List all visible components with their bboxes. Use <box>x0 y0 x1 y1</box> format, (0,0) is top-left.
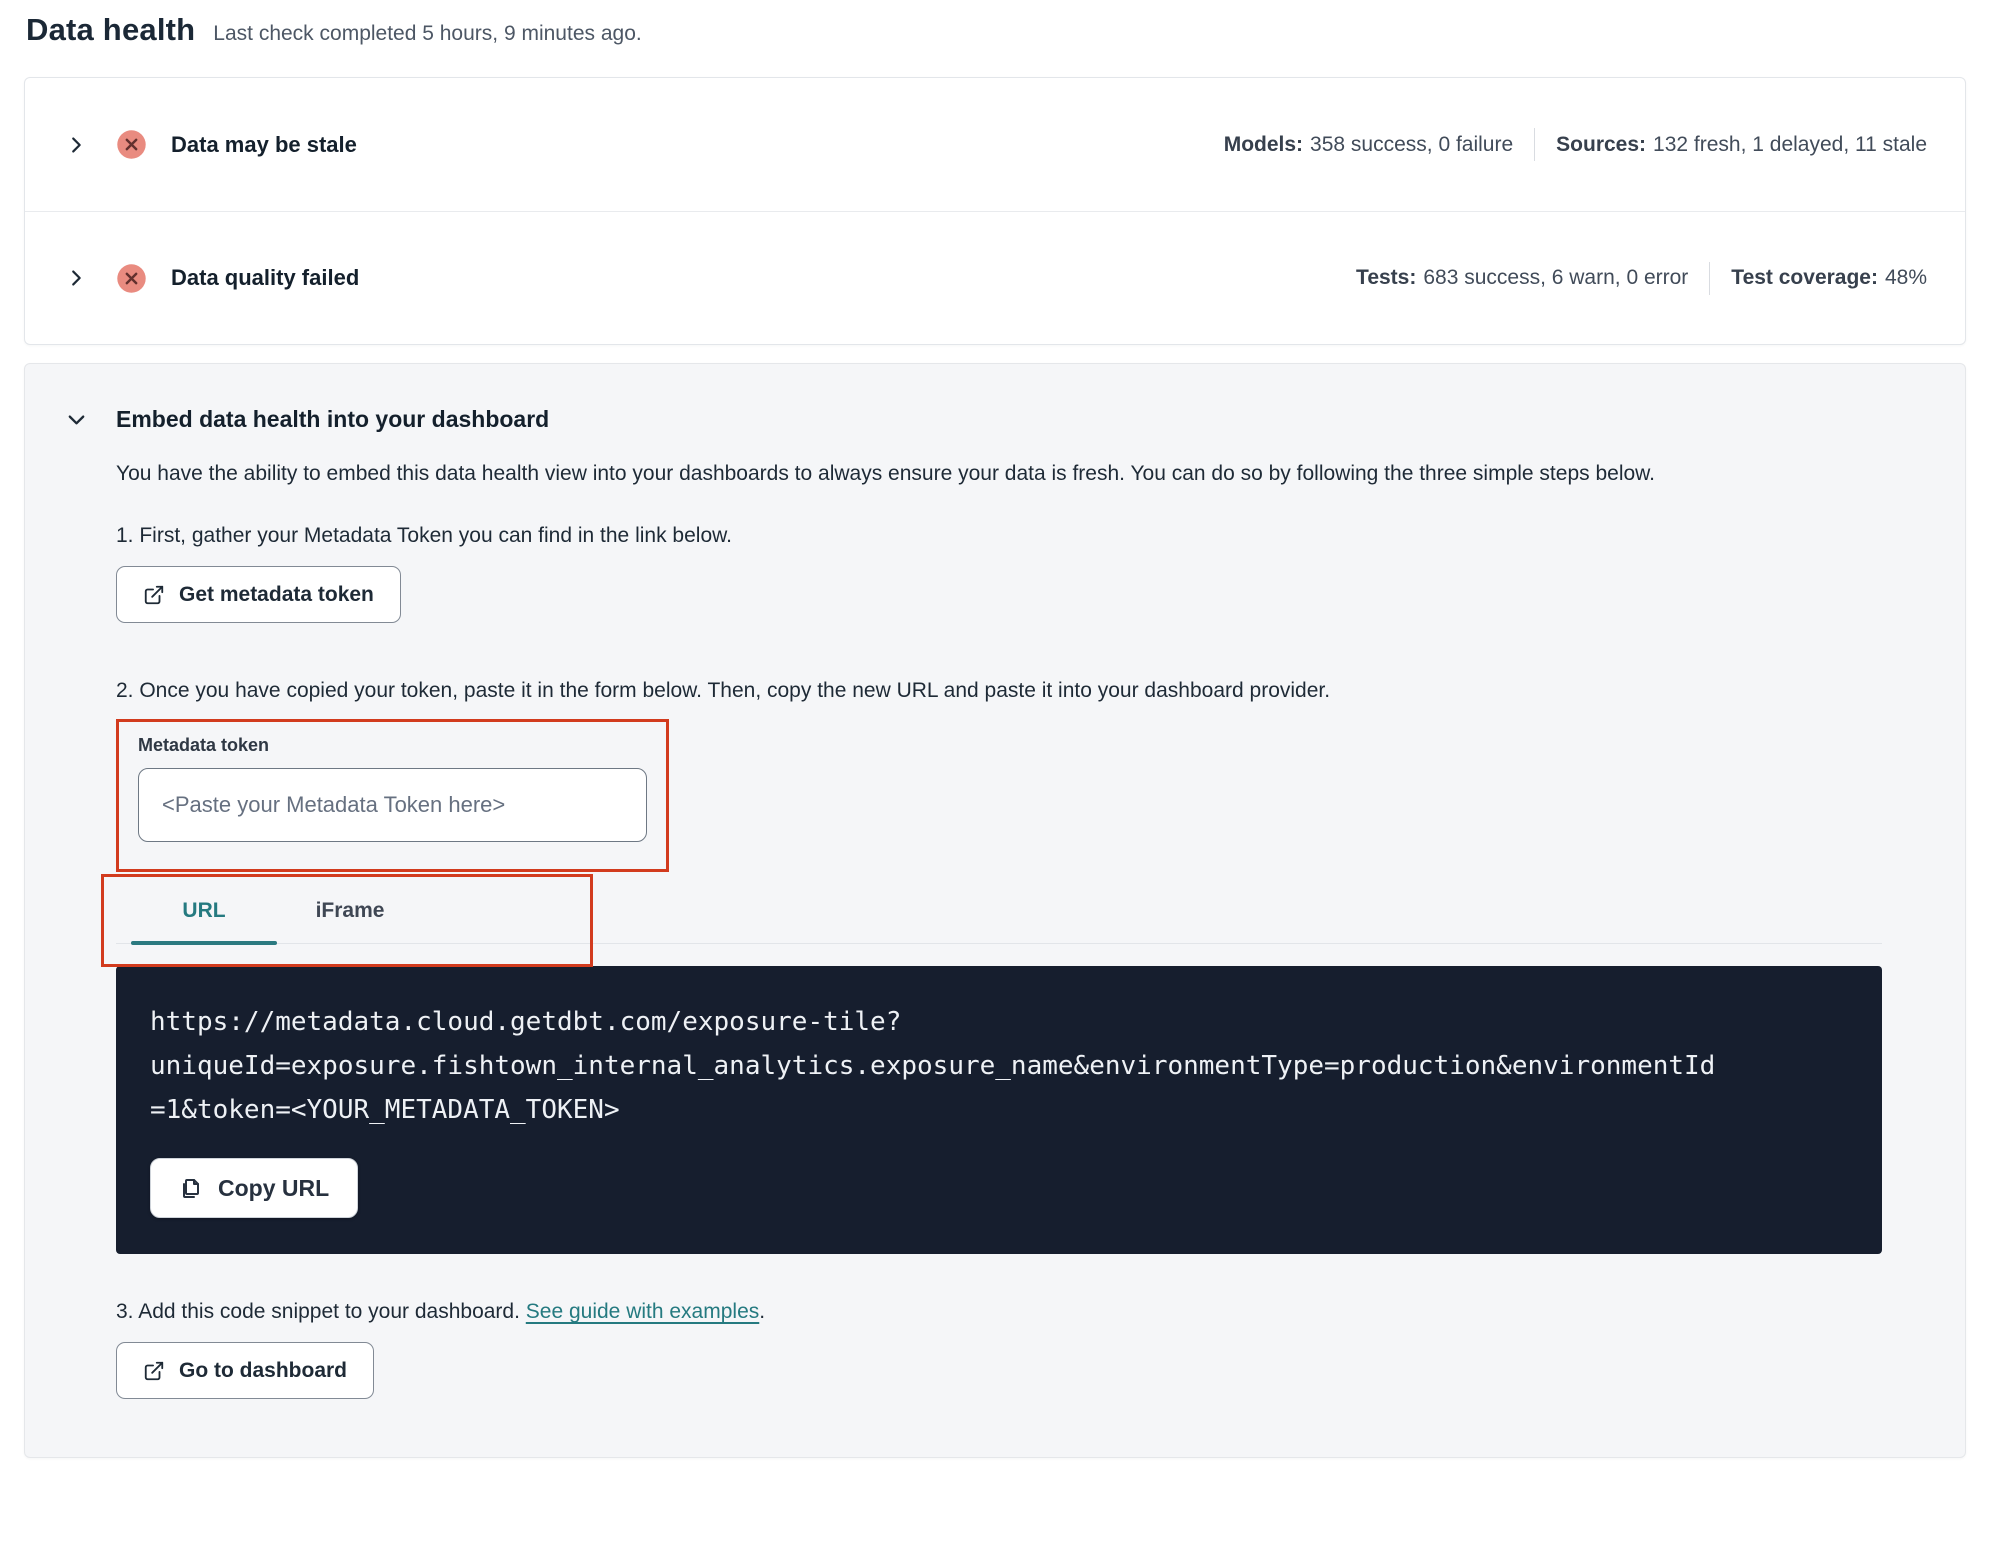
step-3-text: 3. Add this code snippet to your dashboa… <box>116 1300 1925 1324</box>
step-3-suffix: . <box>759 1300 766 1323</box>
page-title: Data health <box>26 12 196 47</box>
get-metadata-token-button[interactable]: Get metadata token <box>116 566 401 623</box>
sources-stat: Sources: 132 fresh, 1 delayed, 11 stale <box>1556 133 1927 157</box>
copy-icon <box>179 1176 203 1200</box>
status-card: Data may be stale Models: 358 success, 0 … <box>24 77 1966 345</box>
models-stat: Models: 358 success, 0 failure <box>1224 133 1513 157</box>
status-row-stats: Tests: 683 success, 6 warn, 0 error Test … <box>1356 261 1927 295</box>
error-x-circle-icon <box>116 263 147 294</box>
status-row-stats: Models: 358 success, 0 failure Sources: 13… <box>1224 128 1927 161</box>
embed-url-line: https://metadata.cloud.getdbt.com/exposu… <box>150 1007 902 1037</box>
embed-url-code-block: https://metadata.cloud.getdbt.com/exposu… <box>116 966 1882 1254</box>
step-2-text: 2. Once you have copied your token, past… <box>116 679 1331 702</box>
test-coverage-stat: Test coverage: 48% <box>1731 266 1927 290</box>
data-health-page: Data health Last check completed 5 hours… <box>0 0 1990 1458</box>
output-format-tabs: URL iFrame <box>101 874 1882 967</box>
tab-iframe-label: iFrame <box>315 899 385 922</box>
external-link-icon <box>143 1360 165 1382</box>
error-x-circle-icon <box>116 129 147 160</box>
stat-divider <box>1709 261 1711 295</box>
stat-label: Sources: <box>1556 132 1647 156</box>
copy-url-button[interactable]: Copy URL <box>150 1158 359 1218</box>
stat-label: Test coverage: <box>1731 266 1878 289</box>
tests-stat: Tests: 683 success, 6 warn, 0 error <box>1356 266 1688 290</box>
status-row-stale[interactable]: Data may be stale Models: 358 success, 0 … <box>25 78 1965 211</box>
chevron-right-icon[interactable] <box>65 267 87 289</box>
page-header: Data health Last check completed 5 hours… <box>24 12 1966 48</box>
annotation-box-token-field: Metadata token <box>116 719 669 872</box>
embed-url-line: uniqueId=exposure.fishtown_internal_anal… <box>150 1051 1716 1081</box>
external-link-icon <box>143 584 165 606</box>
get-metadata-token-label: Get metadata token <box>179 582 374 606</box>
stat-label: Tests: <box>1356 266 1417 289</box>
status-row-title: Data quality failed <box>171 265 360 290</box>
status-row-quality[interactable]: Data quality failed Tests: 683 success, 6… <box>25 211 1965 344</box>
metadata-token-input[interactable] <box>138 768 647 842</box>
tab-url[interactable]: URL <box>131 884 277 945</box>
stat-label: Models: <box>1223 132 1304 156</box>
active-tab-indicator <box>131 941 277 945</box>
stat-divider <box>1534 128 1536 161</box>
stat-value: 683 success, 6 warn, 0 error <box>1423 266 1689 289</box>
go-to-dashboard-button[interactable]: Go to dashboard <box>116 1342 374 1399</box>
embed-section-body: You have the ability to embed this data … <box>101 453 1925 1399</box>
embed-description: You have the ability to embed this data … <box>116 462 1655 485</box>
last-check-status: Last check completed 5 hours, 9 minutes … <box>213 22 642 45</box>
chevron-down-icon[interactable] <box>65 408 88 431</box>
tab-bar: URL iFrame <box>116 884 1882 945</box>
embed-section-card: Embed data health into your dashboard Yo… <box>24 363 1966 1458</box>
step-1-text: 1. First, gather your Metadata Token you… <box>116 524 732 547</box>
metadata-token-label: Metadata token <box>138 735 270 755</box>
stat-value: 132 fresh, 1 delayed, 11 stale <box>1653 132 1927 156</box>
tab-iframe[interactable]: iFrame <box>277 884 423 943</box>
stat-value: 358 success, 0 failure <box>1310 132 1514 156</box>
step-3-prefix: 3. Add this code snippet to your dashboa… <box>116 1300 526 1323</box>
see-guide-link[interactable]: See guide with examples <box>526 1300 759 1323</box>
embed-section-header[interactable]: Embed data health into your dashboard <box>65 406 1925 433</box>
embed-section-title: Embed data health into your dashboard <box>116 406 550 432</box>
status-row-title: Data may be stale <box>171 131 357 157</box>
stat-value: 48% <box>1884 266 1927 289</box>
tab-url-label: URL <box>182 899 226 922</box>
go-to-dashboard-label: Go to dashboard <box>179 1358 347 1382</box>
embed-url-line: =1&token=<YOUR_METADATA_TOKEN> <box>150 1095 620 1125</box>
copy-url-label: Copy URL <box>218 1174 330 1201</box>
chevron-right-icon[interactable] <box>65 134 87 156</box>
